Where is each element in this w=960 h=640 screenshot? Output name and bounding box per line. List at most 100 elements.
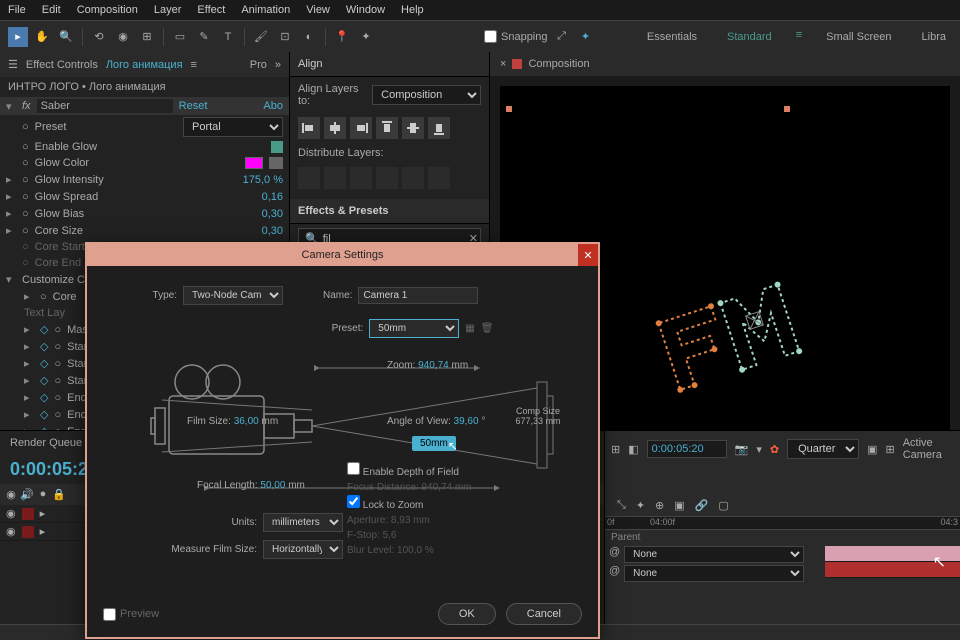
expand-icon[interactable]: ▾ — [6, 100, 16, 113]
preview-checkbox[interactable] — [103, 608, 116, 621]
brush-tool-icon[interactable]: 🖌 — [251, 27, 271, 47]
zoom-tool-icon[interactable]: 🔍 — [56, 27, 76, 47]
panel-menu-icon[interactable]: ☰ — [8, 58, 18, 71]
hand-tool-icon[interactable]: ✋ — [32, 27, 52, 47]
eyedropper-icon[interactable] — [269, 157, 283, 169]
snapping-checkbox[interactable] — [484, 30, 497, 43]
zoom-value[interactable]: 940,74 — [418, 360, 449, 371]
channels-icon[interactable]: ✿ — [770, 443, 779, 456]
lock-zoom-checkbox[interactable] — [347, 495, 360, 508]
camera-type-dropdown[interactable]: Two-Node Camera — [183, 286, 283, 305]
effect-controls-layer[interactable]: Лого анимация — [106, 59, 183, 71]
about-link[interactable]: Abo — [263, 100, 283, 112]
anchor-tool-icon[interactable]: ⊞ — [137, 27, 157, 47]
audio-switch-icon[interactable]: 🔊 — [20, 488, 34, 501]
align-top-icon[interactable] — [376, 117, 398, 139]
align-right-icon[interactable] — [350, 117, 372, 139]
cancel-button[interactable]: Cancel — [506, 603, 582, 625]
ws-libraries[interactable]: Libra — [916, 29, 952, 45]
glow-color-swatch[interactable] — [245, 157, 263, 169]
pickwhip-icon[interactable]: @ — [609, 546, 620, 563]
layer-color[interactable] — [22, 526, 34, 538]
video-switch-icon[interactable]: ◉ — [4, 488, 18, 501]
ws-standard[interactable]: Standard — [721, 29, 778, 45]
clone-tool-icon[interactable]: ⊡ — [275, 27, 295, 47]
rectangle-tool-icon[interactable]: ▭ — [170, 27, 190, 47]
text-tool-icon[interactable]: T — [218, 27, 238, 47]
timeline-ruler[interactable]: 0f 04:00f 04:3 — [605, 516, 960, 530]
time-input[interactable] — [647, 440, 727, 458]
pen-tool-icon[interactable]: ✎ — [194, 27, 214, 47]
expand-icon[interactable]: ▸ — [6, 190, 16, 203]
menu-animation[interactable]: Animation — [241, 4, 290, 16]
expand-icon[interactable]: ▾ — [6, 273, 16, 286]
ws-essentials[interactable]: Essentials — [641, 29, 703, 45]
tab-extra[interactable]: Pro — [250, 59, 267, 71]
transparency-grid-icon[interactable]: ⊞ — [885, 443, 894, 456]
expand-icon[interactable]: ▸ — [6, 224, 16, 237]
snap-opt2-icon[interactable]: ✦ — [576, 27, 596, 47]
enable-glow-checkbox[interactable] — [271, 141, 283, 153]
reset-link[interactable]: Reset — [179, 100, 208, 112]
angle-value[interactable]: 39,60 — [454, 416, 479, 427]
ok-button[interactable]: OK — [438, 603, 496, 625]
video-toggle[interactable]: ◉ — [6, 507, 16, 520]
effects-presets-header[interactable]: Effects & Presets — [290, 199, 489, 224]
tl-tool-4[interactable]: ▣ — [674, 499, 684, 512]
expand-icon[interactable]: ▸ — [6, 173, 16, 186]
solo-switch-icon[interactable]: ● — [36, 488, 50, 501]
rotate-tool-icon[interactable]: ◉ — [113, 27, 133, 47]
measure-dropdown[interactable]: Horizontally — [263, 540, 343, 559]
align-target-dropdown[interactable]: Composition — [372, 85, 481, 105]
reveal-icon[interactable]: ▾ — [756, 443, 762, 456]
tl-tool-3[interactable]: ⊕ — [655, 499, 664, 512]
dist-4-icon[interactable] — [376, 167, 398, 189]
tab-menu-icon[interactable]: ≡ — [191, 59, 197, 71]
camera-preset-dropdown[interactable]: 50mm — [369, 319, 459, 338]
dist-6-icon[interactable] — [428, 167, 450, 189]
close-comp-icon[interactable]: × — [500, 58, 506, 70]
align-left-icon[interactable] — [298, 117, 320, 139]
align-header[interactable]: Align — [290, 52, 489, 77]
dist-5-icon[interactable] — [402, 167, 424, 189]
composition-tab[interactable]: Composition — [528, 58, 589, 70]
preset-delete-icon[interactable]: 🗑 — [481, 323, 494, 334]
dialog-titlebar[interactable]: Camera Settings ✕ — [87, 244, 598, 266]
bbox-handle[interactable] — [506, 106, 512, 112]
dist-2-icon[interactable] — [324, 167, 346, 189]
glow-bias-value[interactable]: 0,30 — [262, 208, 283, 220]
selection-tool-icon[interactable]: ▸ — [8, 27, 28, 47]
dist-3-icon[interactable] — [350, 167, 372, 189]
menu-edit[interactable]: Edit — [42, 4, 61, 16]
tl-icon-1[interactable]: ⊞ — [611, 443, 620, 456]
tl-tool-1[interactable]: ⤡ — [617, 499, 626, 512]
menu-composition[interactable]: Composition — [77, 4, 138, 16]
menu-effect[interactable]: Effect — [197, 4, 225, 16]
glow-spread-value[interactable]: 0,16 — [262, 191, 283, 203]
snapshot-icon[interactable]: 📷 — [735, 443, 749, 456]
preset-save-icon[interactable]: ▦ — [465, 323, 474, 334]
parent-dropdown-2[interactable]: None — [624, 565, 804, 582]
layer-color[interactable] — [22, 508, 34, 520]
film-size-value[interactable]: 36,00 — [234, 416, 259, 427]
enable-dof-checkbox[interactable] — [347, 462, 360, 475]
effect-controls-tab[interactable]: Effect Controls — [26, 59, 98, 71]
menu-file[interactable]: File — [8, 4, 26, 16]
tl-tool-6[interactable]: ▢ — [718, 499, 728, 512]
roto-tool-icon[interactable]: ✦ — [356, 27, 376, 47]
dist-1-icon[interactable] — [298, 167, 320, 189]
parent-dropdown-1[interactable]: None — [624, 546, 804, 563]
lock-switch-icon[interactable]: 🔒 — [52, 488, 66, 501]
video-toggle[interactable]: ◉ — [6, 525, 16, 538]
snap-opt-icon[interactable]: ⤢ — [552, 27, 572, 47]
core-size-value[interactable]: 0,30 — [262, 225, 283, 237]
tl-tool-5[interactable]: 🔗 — [695, 499, 709, 512]
bbox-handle[interactable] — [784, 106, 790, 112]
puppet-tool-icon[interactable]: 📍 — [332, 27, 352, 47]
menu-window[interactable]: Window — [346, 4, 385, 16]
dialog-close-button[interactable]: ✕ — [578, 244, 598, 266]
effect-name[interactable]: Saber — [37, 99, 173, 113]
tl-icon-2[interactable]: ◧ — [628, 443, 638, 456]
align-hcenter-icon[interactable] — [324, 117, 346, 139]
orbit-tool-icon[interactable]: ⟲ — [89, 27, 109, 47]
